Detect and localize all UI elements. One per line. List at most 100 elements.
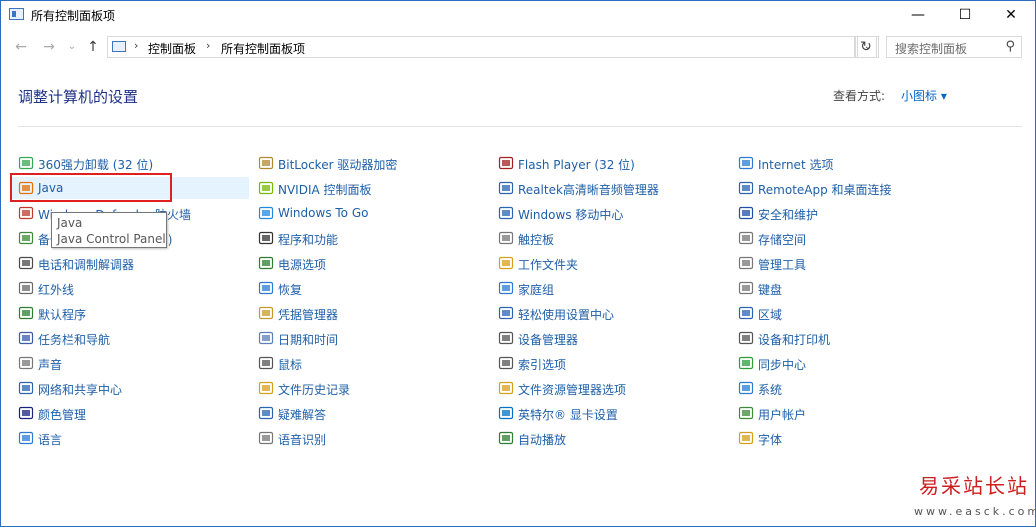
control-panel-item[interactable]: 语音识别: [258, 427, 488, 449]
control-panel-item[interactable]: 360强力卸载 (32 位): [18, 152, 248, 174]
control-panel-item[interactable]: 同步中心: [738, 352, 968, 374]
control-panel-item[interactable]: 用户帐户: [738, 402, 968, 424]
breadcrumb-separator[interactable]: ›: [134, 39, 138, 52]
control-panel-item[interactable]: Flash Player (32 位): [498, 152, 728, 174]
address-bar[interactable]: › 控制面板 › 所有控制面板项: [107, 36, 855, 58]
control-panel-item[interactable]: 文件历史记录: [258, 377, 488, 399]
control-panel-item[interactable]: 索引选项: [498, 352, 728, 374]
control-panel-item[interactable]: 疑难解答: [258, 402, 488, 424]
control-panel-item[interactable]: 字体: [738, 427, 968, 449]
control-panel-item[interactable]: 红外线: [18, 277, 248, 299]
control-panel-item-label[interactable]: 凭据管理器: [278, 306, 338, 323]
breadcrumb-separator[interactable]: ›: [206, 39, 210, 52]
search-box[interactable]: 搜索控制面板 ⚲: [886, 36, 1022, 58]
control-panel-item[interactable]: 凭据管理器: [258, 302, 488, 324]
control-panel-item[interactable]: 日期和时间: [258, 327, 488, 349]
control-panel-item-label[interactable]: 字体: [758, 431, 782, 448]
control-panel-item[interactable]: 默认程序: [18, 302, 248, 324]
control-panel-item-label[interactable]: 鼠标: [278, 356, 302, 373]
control-panel-item-label[interactable]: 自动播放: [518, 431, 566, 448]
control-panel-item[interactable]: RemoteApp 和桌面连接: [738, 177, 968, 199]
search-icon[interactable]: ⚲: [1005, 39, 1015, 54]
control-panel-item[interactable]: 设备和打印机: [738, 327, 968, 349]
control-panel-item-label[interactable]: Windows 移动中心: [518, 206, 623, 223]
control-panel-item-label[interactable]: Realtek高清晰音频管理器: [518, 181, 659, 198]
refresh-icon[interactable]: ↻: [855, 36, 877, 58]
control-panel-item[interactable]: 安全和维护: [738, 202, 968, 224]
control-panel-item-label[interactable]: 语言: [38, 431, 62, 448]
control-panel-item-label[interactable]: 声音: [38, 356, 62, 373]
control-panel-item-label[interactable]: 语音识别: [278, 431, 326, 448]
search-input[interactable]: 搜索控制面板: [895, 40, 967, 57]
control-panel-item-label[interactable]: 文件历史记录: [278, 381, 350, 398]
control-panel-item-label[interactable]: 恢复: [278, 281, 302, 298]
view-by-dropdown[interactable]: 小图标 ▾: [901, 87, 947, 104]
control-panel-item-label[interactable]: 系统: [758, 381, 782, 398]
control-panel-item[interactable]: NVIDIA 控制面板: [258, 177, 488, 199]
control-panel-item[interactable]: 区域: [738, 302, 968, 324]
breadcrumb-all-items[interactable]: 所有控制面板项: [221, 40, 305, 57]
control-panel-item[interactable]: 文件资源管理器选项: [498, 377, 728, 399]
control-panel-item-label[interactable]: BitLocker 驱动器加密: [278, 156, 397, 173]
control-panel-item-label[interactable]: Internet 选项: [758, 156, 833, 173]
control-panel-item-label[interactable]: 家庭组: [518, 281, 554, 298]
control-panel-item[interactable]: 颜色管理: [18, 402, 248, 424]
up-arrow-icon[interactable]: ↑: [84, 38, 102, 56]
control-panel-item-label[interactable]: 疑难解答: [278, 406, 326, 423]
control-panel-item[interactable]: 存储空间: [738, 227, 968, 249]
control-panel-item-label[interactable]: 360强力卸载 (32 位): [38, 156, 153, 173]
control-panel-item[interactable]: 语言: [18, 427, 248, 449]
control-panel-item-label[interactable]: 用户帐户: [758, 406, 806, 423]
control-panel-item-label[interactable]: 程序和功能: [278, 231, 338, 248]
control-panel-item[interactable]: BitLocker 驱动器加密: [258, 152, 488, 174]
control-panel-item-label[interactable]: RemoteApp 和桌面连接: [758, 181, 892, 198]
control-panel-item[interactable]: Internet 选项: [738, 152, 968, 174]
control-panel-item-label[interactable]: 红外线: [38, 281, 74, 298]
control-panel-item-label[interactable]: 索引选项: [518, 356, 566, 373]
control-panel-item-label[interactable]: 电源选项: [278, 256, 326, 273]
control-panel-item-label[interactable]: 设备和打印机: [758, 331, 830, 348]
control-panel-item-label[interactable]: 键盘: [758, 281, 782, 298]
control-panel-item-label[interactable]: NVIDIA 控制面板: [278, 181, 372, 198]
control-panel-item-label[interactable]: 区域: [758, 306, 782, 323]
control-panel-item[interactable]: Realtek高清晰音频管理器: [498, 177, 728, 199]
control-panel-item-label[interactable]: 同步中心: [758, 356, 806, 373]
control-panel-item-label[interactable]: 网络和共享中心: [38, 381, 122, 398]
control-panel-item[interactable]: 电话和调制解调器: [18, 252, 248, 274]
control-panel-item-label[interactable]: 电话和调制解调器: [38, 256, 134, 273]
control-panel-item[interactable]: 电源选项: [258, 252, 488, 274]
control-panel-item[interactable]: Windows To Go: [258, 202, 488, 224]
recent-locations-chevron-icon[interactable]: ⌄: [63, 38, 81, 56]
control-panel-item-label[interactable]: 设备管理器: [518, 331, 578, 348]
control-panel-item-label[interactable]: 安全和维护: [758, 206, 818, 223]
control-panel-item[interactable]: 程序和功能: [258, 227, 488, 249]
control-panel-item[interactable]: 触控板: [498, 227, 728, 249]
forward-arrow-icon[interactable]: →: [40, 38, 58, 56]
control-panel-item-label[interactable]: 触控板: [518, 231, 554, 248]
control-panel-item[interactable]: 工作文件夹: [498, 252, 728, 274]
control-panel-item[interactable]: 设备管理器: [498, 327, 728, 349]
maximize-button[interactable]: ☐: [942, 0, 988, 30]
control-panel-item[interactable]: 英特尔® 显卡设置: [498, 402, 728, 424]
control-panel-item-label[interactable]: 颜色管理: [38, 406, 86, 423]
control-panel-item[interactable]: 自动播放: [498, 427, 728, 449]
control-panel-item[interactable]: 任务栏和导航: [18, 327, 248, 349]
control-panel-item-label[interactable]: 任务栏和导航: [38, 331, 110, 348]
control-panel-item[interactable]: 系统: [738, 377, 968, 399]
close-button[interactable]: ✕: [988, 0, 1034, 30]
control-panel-item[interactable]: 鼠标: [258, 352, 488, 374]
control-panel-item-label[interactable]: Windows To Go: [278, 206, 368, 220]
breadcrumb-control-panel[interactable]: 控制面板: [148, 40, 196, 57]
control-panel-item-label[interactable]: 英特尔® 显卡设置: [518, 406, 618, 423]
control-panel-item[interactable]: 管理工具: [738, 252, 968, 274]
control-panel-item-label[interactable]: 默认程序: [38, 306, 86, 323]
control-panel-item-label[interactable]: 管理工具: [758, 256, 806, 273]
control-panel-item-label[interactable]: 轻松使用设置中心: [518, 306, 614, 323]
control-panel-item-label[interactable]: 存储空间: [758, 231, 806, 248]
control-panel-item-label[interactable]: 文件资源管理器选项: [518, 381, 626, 398]
control-panel-item[interactable]: 声音: [18, 352, 248, 374]
control-panel-item[interactable]: 网络和共享中心: [18, 377, 248, 399]
control-panel-item-label[interactable]: Flash Player (32 位): [518, 156, 635, 173]
control-panel-item[interactable]: 轻松使用设置中心: [498, 302, 728, 324]
control-panel-item[interactable]: 恢复: [258, 277, 488, 299]
